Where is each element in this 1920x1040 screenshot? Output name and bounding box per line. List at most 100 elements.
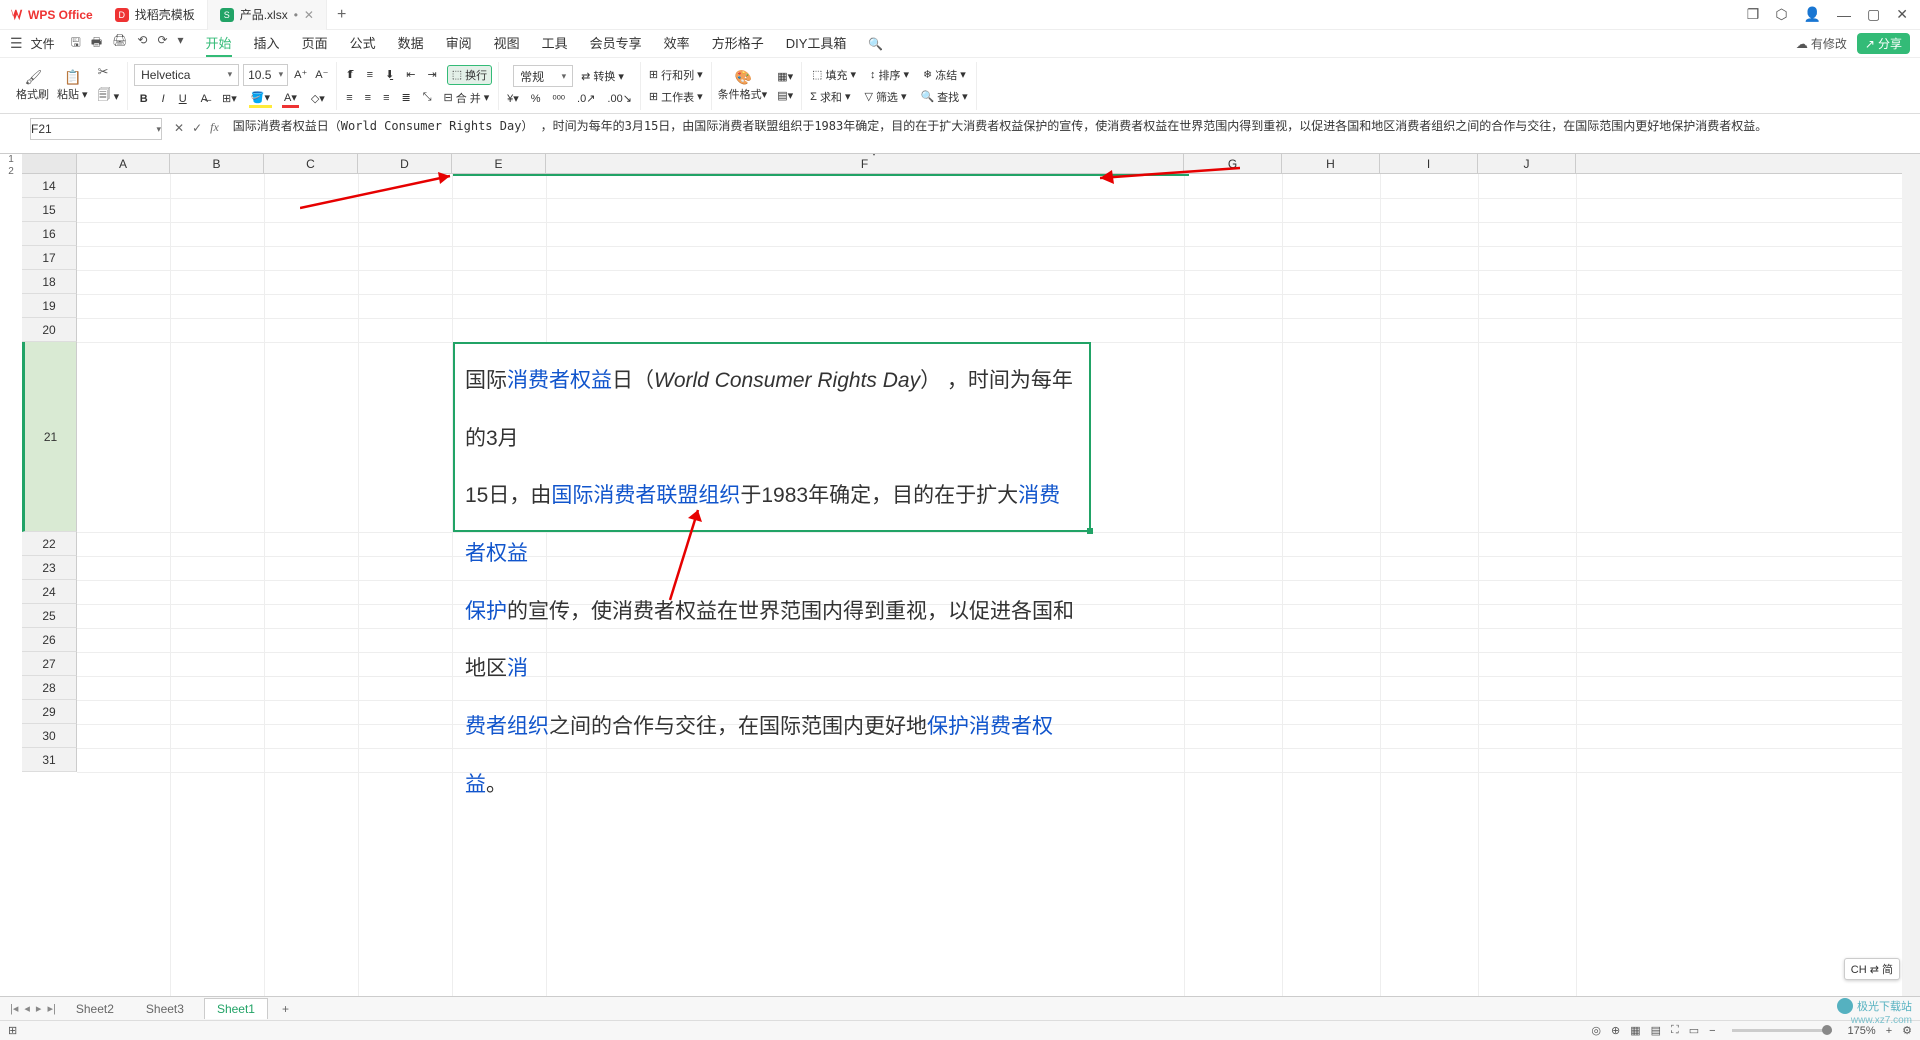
align-bottom-button[interactable]: ⬇̱ [383,67,396,82]
cell-style-button[interactable]: ▦▾ [775,69,795,84]
cut-button[interactable]: ✂ [96,63,122,81]
rowcol-button[interactable]: ⊞ 行和列 ▾ [647,66,705,84]
col-header-E[interactable]: E [452,154,546,173]
underline-button[interactable]: U [177,92,189,106]
add-tab-button[interactable]: + [327,6,356,24]
sheet-tab-0[interactable]: Sheet2 [64,999,126,1019]
row-header-31[interactable]: 31 [22,748,77,772]
filter-button[interactable]: ▽ 筛选 ▾ [862,88,908,106]
col-header-A[interactable]: A [77,154,170,173]
view-read-icon[interactable]: ▭ [1689,1024,1699,1037]
row-header-15[interactable]: 15 [22,198,77,222]
row-header-17[interactable]: 17 [22,246,77,270]
col-header-F[interactable]: F [546,154,1184,173]
redo-dropdown-icon[interactable]: ▾ [178,33,184,54]
tab-review[interactable]: 审阅 [446,30,472,57]
vertical-scrollbar[interactable] [1902,154,1920,1000]
fill-button[interactable]: ⬚ 填充 ▾ [810,66,858,84]
cancel-formula-icon[interactable]: ✕ [174,121,184,135]
tab-insert[interactable]: 插入 [254,30,280,57]
status-misc-icon[interactable]: ◎ [1591,1024,1601,1037]
strike-button[interactable]: A̶ [199,92,210,106]
sheet-tab-1[interactable]: Sheet3 [134,999,196,1019]
copy-button[interactable]: 🗐▾ [96,85,122,109]
font-shrink-button[interactable]: A⁻ [313,67,330,82]
col-header-G[interactable]: G [1184,154,1282,173]
col-header-H[interactable]: H [1282,154,1380,173]
zoom-slider[interactable] [1732,1029,1832,1032]
accept-formula-icon[interactable]: ✓ [192,121,202,135]
row-header-19[interactable]: 19 [22,294,77,318]
fill-handle[interactable] [1087,528,1093,534]
cube-icon[interactable]: ⬡ [1775,6,1787,23]
ime-indicator[interactable]: CH ⇄ 简 [1844,958,1900,980]
tab-start[interactable]: 开始 [206,30,232,57]
format-painter-button[interactable]: 🖌格式刷 [16,69,49,102]
row-header-22[interactable]: 22 [22,532,77,556]
merge-button[interactable]: ⊟ 合 并 ▾ [442,89,492,107]
find-button[interactable]: 🔍 查找 ▾ [918,88,969,106]
print-icon[interactable]: 🖨 [112,33,127,54]
tab-tools[interactable]: 工具 [542,30,568,57]
tab-member[interactable]: 会员专享 [590,30,642,57]
preview-icon[interactable]: ⟲ [137,33,147,54]
currency-button[interactable]: ¥▾ [505,91,521,106]
italic-button[interactable]: I [160,92,167,106]
tab-data[interactable]: 数据 [398,30,424,57]
restore-down-icon[interactable]: ❐ [1747,6,1760,23]
tab-diy[interactable]: DIY工具箱 [786,30,847,57]
name-box[interactable]: F21▾ [30,118,162,140]
sheet-last-icon[interactable]: ▸| [47,1002,55,1015]
share-button[interactable]: ↗分享 [1857,33,1910,54]
clear-format-button[interactable]: ◇▾ [309,91,327,106]
font-name-select[interactable]: Helvetica▾ [134,64,239,86]
font-size-select[interactable]: 10.5▾ [243,64,288,86]
row-header-24[interactable]: 24 [22,580,77,604]
sheet-tab-2[interactable]: Sheet1 [204,998,268,1019]
row-header-14[interactable]: 14 [22,174,77,198]
align-left-button[interactable]: ≡ [344,91,354,105]
row-header-30[interactable]: 30 [22,724,77,748]
align-middle-button[interactable]: ≡ [365,68,375,82]
zoom-value[interactable]: 175% [1848,1025,1876,1037]
percent-button[interactable]: % [529,92,543,106]
row-header-25[interactable]: 25 [22,604,77,628]
tab-view[interactable]: 视图 [494,30,520,57]
tab-formula[interactable]: 公式 [350,30,376,57]
worksheet-button[interactable]: ⊞ 工作表 ▾ [647,88,705,106]
file-menu[interactable]: 文件 [31,35,55,52]
font-color-button[interactable]: A▾ [282,90,299,108]
decimal-dec-button[interactable]: .00↘ [605,91,634,106]
formula-text[interactable]: 国际消费者权益日（World Consumer Rights Day） ，时间为… [227,114,1920,139]
align-center-button[interactable]: ≡ [363,91,373,105]
row-header-23[interactable]: 23 [22,556,77,580]
indent-dec-button[interactable]: ⇤ [404,67,417,82]
tab-document[interactable]: S 产品.xlsx • ✕ [208,0,327,30]
sum-button[interactable]: Σ 求和 ▾ [808,88,852,106]
cond-format-button[interactable]: 🎨条件格式▾ [718,69,768,102]
row-header-21[interactable]: 21 [22,342,77,532]
table-style-button[interactable]: ▤▾ [775,88,795,103]
fill-color-button[interactable]: 🪣▾ [249,90,272,108]
col-header-D[interactable]: D [358,154,452,173]
row-header-26[interactable]: 26 [22,628,77,652]
align-justify-button[interactable]: ≣ [399,90,412,105]
active-cell[interactable]: 国际消费者权益日（World Consumer Rights Day） ，时间为… [453,342,1091,532]
avatar-icon[interactable]: 👤 [1804,6,1821,23]
orientation-button[interactable]: ⤡ [421,90,434,105]
search-icon[interactable]: 🔍 [868,37,883,51]
decimal-inc-button[interactable]: .0↗ [575,91,597,106]
tab-efficiency[interactable]: 效率 [664,30,690,57]
hamburger-icon[interactable]: ☰ [10,35,23,52]
outline-1[interactable]: 1 [0,154,22,166]
tab-close-icon[interactable]: ✕ [304,8,314,22]
sheet-first-icon[interactable]: |◂ [10,1002,18,1015]
row-header-18[interactable]: 18 [22,270,77,294]
save-icon[interactable]: 🖫 [71,33,81,54]
tab-page[interactable]: 页面 [302,30,328,57]
convert-button[interactable]: ⇄ 转换 ▾ [579,67,626,85]
row-header-20[interactable]: 20 [22,318,77,342]
status-left-icon[interactable]: ⊞ [8,1024,17,1037]
sheet-prev-icon[interactable]: ◂ [24,1002,30,1015]
font-grow-button[interactable]: A⁺ [292,67,309,82]
